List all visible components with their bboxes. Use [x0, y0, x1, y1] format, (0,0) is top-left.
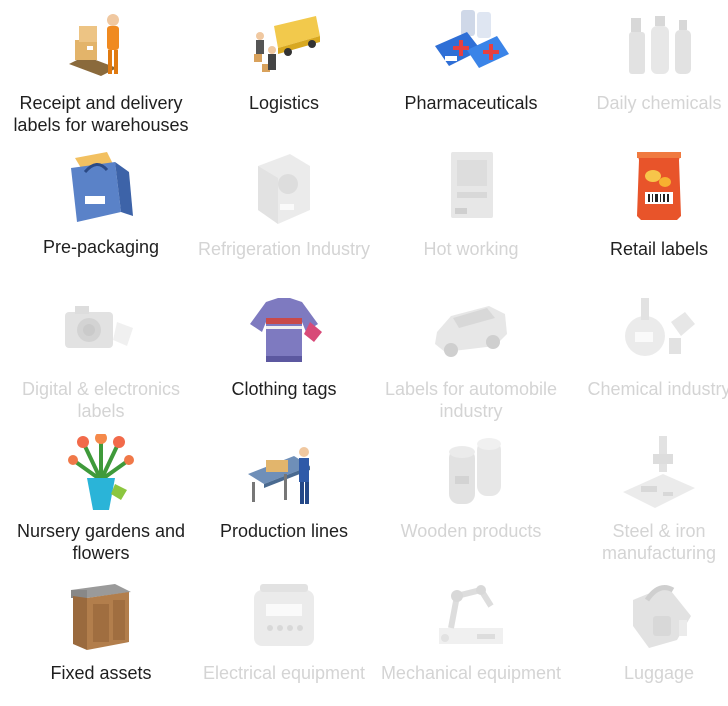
category-production-lines[interactable]: Production lines: [189, 434, 379, 544]
category-label: Hot working: [423, 239, 519, 259]
warehouse-worker-icon: [61, 6, 141, 86]
medicine-bottles-icon: [431, 6, 511, 86]
category-label: Luggage: [623, 663, 695, 683]
category-label: Steel & iron manufacturing: [601, 521, 717, 563]
category-label: Fixed assets: [50, 663, 152, 683]
category-pharmaceuticals[interactable]: Pharmaceuticals: [376, 6, 566, 116]
category-digital-electronics[interactable]: Digital & electronics labels: [6, 292, 196, 424]
category-label: Retail labels: [609, 239, 709, 259]
flower-vase-icon: [61, 434, 141, 514]
category-logistics[interactable]: Logistics: [189, 6, 379, 116]
spray-bottles-icon: [619, 6, 699, 86]
category-label: Pre-packaging: [42, 237, 160, 257]
category-label: Logistics: [248, 93, 320, 113]
category-refrigeration[interactable]: Refrigeration Industry: [189, 150, 379, 282]
robot-arm-icon: [431, 576, 511, 656]
category-label: Digital & electronics labels: [21, 379, 181, 421]
lab-flask-icon: [619, 292, 699, 372]
category-luggage[interactable]: Luggage: [564, 576, 728, 686]
application-grid: Receipt and delivery labels for warehous…: [0, 0, 728, 706]
category-automobile[interactable]: Labels for automobile industry: [376, 292, 566, 424]
rice-cooker-icon: [244, 576, 324, 656]
category-clothing[interactable]: Clothing tags: [189, 292, 379, 402]
wood-logs-icon: [431, 434, 511, 514]
category-label: Pharmaceuticals: [404, 93, 538, 113]
luggage-bag-icon: [619, 576, 699, 656]
noodle-package-icon: [431, 150, 511, 230]
category-pre-packaging[interactable]: Pre-packaging: [6, 150, 196, 260]
category-label: Mechanical equipment: [380, 663, 562, 683]
category-daily-chemicals[interactable]: Daily chemicals: [564, 6, 728, 116]
category-warehouse[interactable]: Receipt and delivery labels for warehous…: [6, 6, 196, 136]
conveyor-worker-icon: [244, 434, 324, 514]
category-label: Chemical industry: [587, 379, 728, 399]
category-label: Refrigeration Industry: [197, 239, 371, 259]
cabinet-icon: [61, 576, 141, 656]
category-nursery-flowers[interactable]: Nursery gardens and flowers: [6, 434, 196, 566]
category-label: Production lines: [219, 521, 349, 541]
category-mechanical[interactable]: Mechanical equipment: [376, 576, 566, 706]
category-hot-working[interactable]: Hot working: [376, 150, 566, 260]
category-fixed-assets[interactable]: Fixed assets: [6, 576, 196, 686]
category-label: Clothing tags: [231, 379, 337, 399]
sweater-icon: [244, 292, 324, 372]
category-label: Nursery gardens and flowers: [16, 521, 186, 563]
category-label: Daily chemicals: [596, 93, 722, 113]
camera-tag-icon: [61, 292, 141, 372]
category-label: Electrical equipment: [202, 663, 366, 683]
category-chemical[interactable]: Chemical industry: [564, 292, 728, 424]
category-wooden-products[interactable]: Wooden products: [376, 434, 566, 544]
steel-plant-icon: [619, 434, 699, 514]
category-retail[interactable]: Retail labels: [564, 150, 728, 260]
paper-bag-icon: [61, 150, 141, 230]
car-icon: [431, 292, 511, 372]
food-container-icon: [244, 150, 324, 230]
category-label: Wooden products: [400, 521, 542, 541]
category-electrical[interactable]: Electrical equipment: [189, 576, 379, 706]
delivery-truck-icon: [244, 6, 324, 86]
category-steel-iron[interactable]: Steel & iron manufacturing: [564, 434, 728, 566]
category-label: Labels for automobile industry: [384, 379, 558, 421]
category-label: Receipt and delivery labels for warehous…: [13, 93, 189, 135]
chips-bag-icon: [619, 150, 699, 230]
